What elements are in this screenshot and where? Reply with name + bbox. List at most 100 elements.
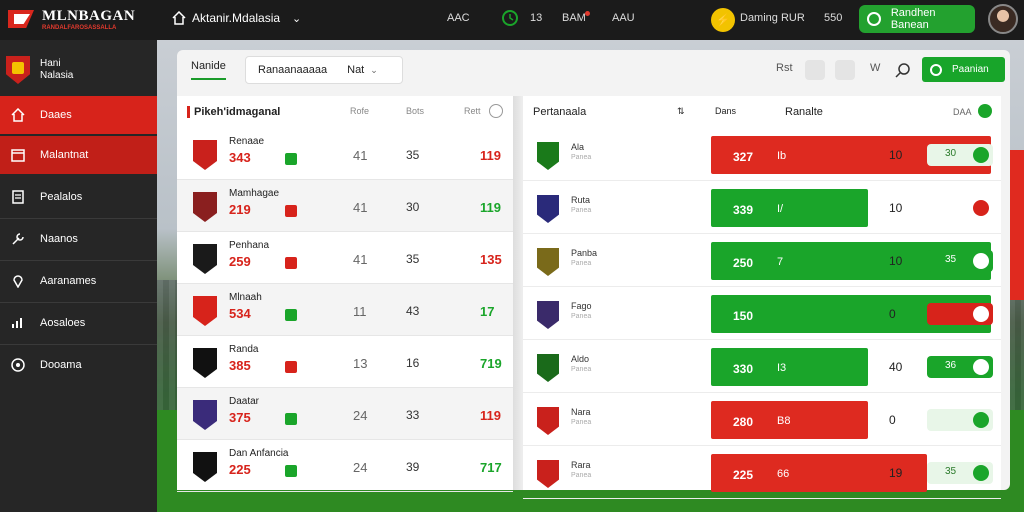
check-circle-icon[interactable] bbox=[978, 104, 992, 118]
result-pill[interactable]: 36 bbox=[927, 356, 993, 378]
sidebar-item-1[interactable]: Daaes bbox=[0, 96, 157, 134]
column-header[interactable]: Rofe bbox=[350, 106, 369, 116]
result-value: 0 bbox=[889, 413, 896, 427]
stat-value: 33 bbox=[406, 408, 420, 422]
stat-value-highlight: 717 bbox=[480, 460, 502, 475]
table-header: Pikeh'idmaganal Rofe Bots Rett bbox=[177, 96, 513, 128]
result-bar[interactable]: 330 I3 bbox=[711, 348, 868, 386]
result-pill[interactable]: 30 bbox=[927, 144, 993, 166]
sidebar-item-7[interactable]: Dooama bbox=[0, 346, 157, 384]
column-header[interactable]: Bots bbox=[406, 106, 424, 116]
team-score: 343 bbox=[229, 150, 251, 165]
column-header[interactable]: Rett bbox=[464, 106, 481, 116]
action-label[interactable]: Daming RUR bbox=[740, 12, 805, 24]
bar-value: 225 bbox=[733, 468, 754, 482]
sidebar-item-4[interactable]: Naanos bbox=[0, 220, 157, 258]
team-badge-icon bbox=[193, 400, 217, 430]
check-circle-icon[interactable] bbox=[973, 147, 989, 163]
team-badge-icon bbox=[193, 192, 217, 222]
pause-icon[interactable] bbox=[805, 60, 825, 80]
filter-label: Paanian bbox=[952, 64, 989, 75]
sidebar-item-2[interactable]: Malantnat bbox=[0, 136, 157, 174]
team-badge-icon bbox=[537, 407, 559, 435]
team-subtitle: Panea bbox=[571, 419, 592, 426]
pin-icon bbox=[10, 273, 26, 289]
result-pill[interactable] bbox=[927, 303, 993, 325]
table-row[interactable]: Aldo Panea 330 I3 40 36 bbox=[523, 340, 1001, 393]
check-circle-icon[interactable] bbox=[489, 104, 503, 118]
team-name: Aldo bbox=[571, 354, 590, 364]
toolbar-label-2[interactable]: W bbox=[870, 62, 880, 74]
stat-value: 43 bbox=[406, 304, 420, 318]
sidebar-item-label: Aaranames bbox=[40, 275, 97, 287]
check-circle-icon[interactable] bbox=[973, 253, 989, 269]
status-marker-icon bbox=[285, 205, 297, 217]
result-pill[interactable] bbox=[927, 409, 993, 431]
check-circle-icon[interactable] bbox=[973, 306, 989, 322]
table-row[interactable]: Rara Panea 225 66 19 35 bbox=[523, 446, 1001, 499]
column-header[interactable]: DAA bbox=[953, 107, 972, 117]
result-pill[interactable]: 35 bbox=[927, 462, 993, 484]
table-row[interactable]: Panba Panea 250 7 10 35 bbox=[523, 234, 1001, 287]
sidebar-item-5[interactable]: Aaranames bbox=[0, 262, 157, 300]
topbar-item-2[interactable]: 13 bbox=[530, 12, 542, 24]
filter-icon bbox=[930, 63, 942, 76]
settings-icon[interactable] bbox=[835, 60, 855, 80]
sidebar-divider bbox=[0, 218, 157, 219]
table-row[interactable]: Ruta Panea 339 I/10 bbox=[523, 181, 1001, 234]
table-row[interactable]: Randa 385 13 16 719 bbox=[177, 336, 513, 388]
stat-value-highlight: 135 bbox=[480, 252, 502, 267]
team-score: 375 bbox=[229, 410, 251, 425]
result-pill[interactable] bbox=[927, 197, 993, 219]
location-selector[interactable]: Aktanir.Mdalasia ⌄ bbox=[172, 11, 301, 25]
sidebar-item-6[interactable]: Aosaloes bbox=[0, 304, 157, 342]
clock-icon[interactable] bbox=[501, 9, 519, 27]
avatar[interactable] bbox=[988, 4, 1018, 34]
table-row[interactable]: Ala Panea 327 Ib 10 30 bbox=[523, 128, 1001, 181]
table-row[interactable]: Renaae 343 41 35 119 bbox=[177, 128, 513, 180]
team-badge-icon bbox=[537, 142, 559, 170]
stat-value-highlight: 119 bbox=[480, 200, 501, 215]
sidebar-item-3[interactable]: Pealalos bbox=[0, 178, 157, 216]
search-icon[interactable] bbox=[895, 62, 911, 78]
result-bar[interactable]: 339 I/ bbox=[711, 189, 868, 227]
check-circle-icon[interactable] bbox=[973, 200, 989, 216]
topbar-item-3[interactable]: BAM bbox=[562, 12, 586, 24]
filter-button[interactable]: Paanian bbox=[922, 57, 1005, 82]
table-row[interactable]: Fago Panea 150 0 bbox=[523, 287, 1001, 340]
logo-mark-icon bbox=[8, 6, 36, 32]
result-pill[interactable]: 35 bbox=[927, 250, 993, 272]
tab-active[interactable]: Nanide bbox=[191, 60, 226, 80]
coin-button[interactable]: ⚡ bbox=[711, 8, 735, 32]
cta-button[interactable]: Randhen Banean bbox=[859, 5, 975, 33]
check-circle-icon[interactable] bbox=[973, 359, 989, 375]
topbar-item-4[interactable]: AAU bbox=[612, 12, 635, 24]
result-value: 10 bbox=[889, 148, 903, 162]
status-marker-icon bbox=[285, 465, 297, 477]
toolbar-label[interactable]: Rst bbox=[776, 62, 793, 74]
topbar-item-1[interactable]: AAC bbox=[447, 12, 470, 24]
sidebar-divider bbox=[0, 344, 157, 345]
table-row[interactable]: Daatar 375 24 33 119 bbox=[177, 388, 513, 440]
check-circle-icon[interactable] bbox=[973, 465, 989, 481]
tab-label-1: Ranaanaaaaa bbox=[258, 64, 328, 76]
tab-group[interactable]: Ranaanaaaaa Nat ⌄ bbox=[245, 56, 403, 84]
app-logo[interactable]: MLNBAGAN RANDALFAROSASSALLA bbox=[8, 6, 135, 32]
table-row[interactable]: Mlnaah 534 11 43 17 bbox=[177, 284, 513, 336]
result-bar[interactable]: 280 B8 bbox=[711, 401, 868, 439]
column-header[interactable]: Dans bbox=[715, 106, 736, 116]
table-row[interactable]: Nara Panea 280 B8 0 bbox=[523, 393, 1001, 446]
column-header[interactable]: Ranalte bbox=[785, 106, 823, 118]
team-name: Nara bbox=[571, 407, 591, 417]
table-row[interactable]: Dan Anfancia 225 24 39 717 bbox=[177, 440, 513, 492]
document-icon bbox=[10, 189, 26, 205]
table-row[interactable]: Penhana 259 41 35 135 bbox=[177, 232, 513, 284]
check-circle-icon[interactable] bbox=[973, 412, 989, 428]
location-label: Aktanir.Mdalasia bbox=[192, 11, 281, 25]
team-score: 385 bbox=[229, 358, 251, 373]
sidebar-brand-line2: Nalasia bbox=[40, 70, 74, 81]
sidebar-item-label: Naanos bbox=[40, 233, 78, 245]
result-value: 0 bbox=[889, 307, 896, 321]
table-row[interactable]: Mamhagae 219 41 30 119 bbox=[177, 180, 513, 232]
sort-icon[interactable]: ⇅ bbox=[677, 106, 685, 117]
